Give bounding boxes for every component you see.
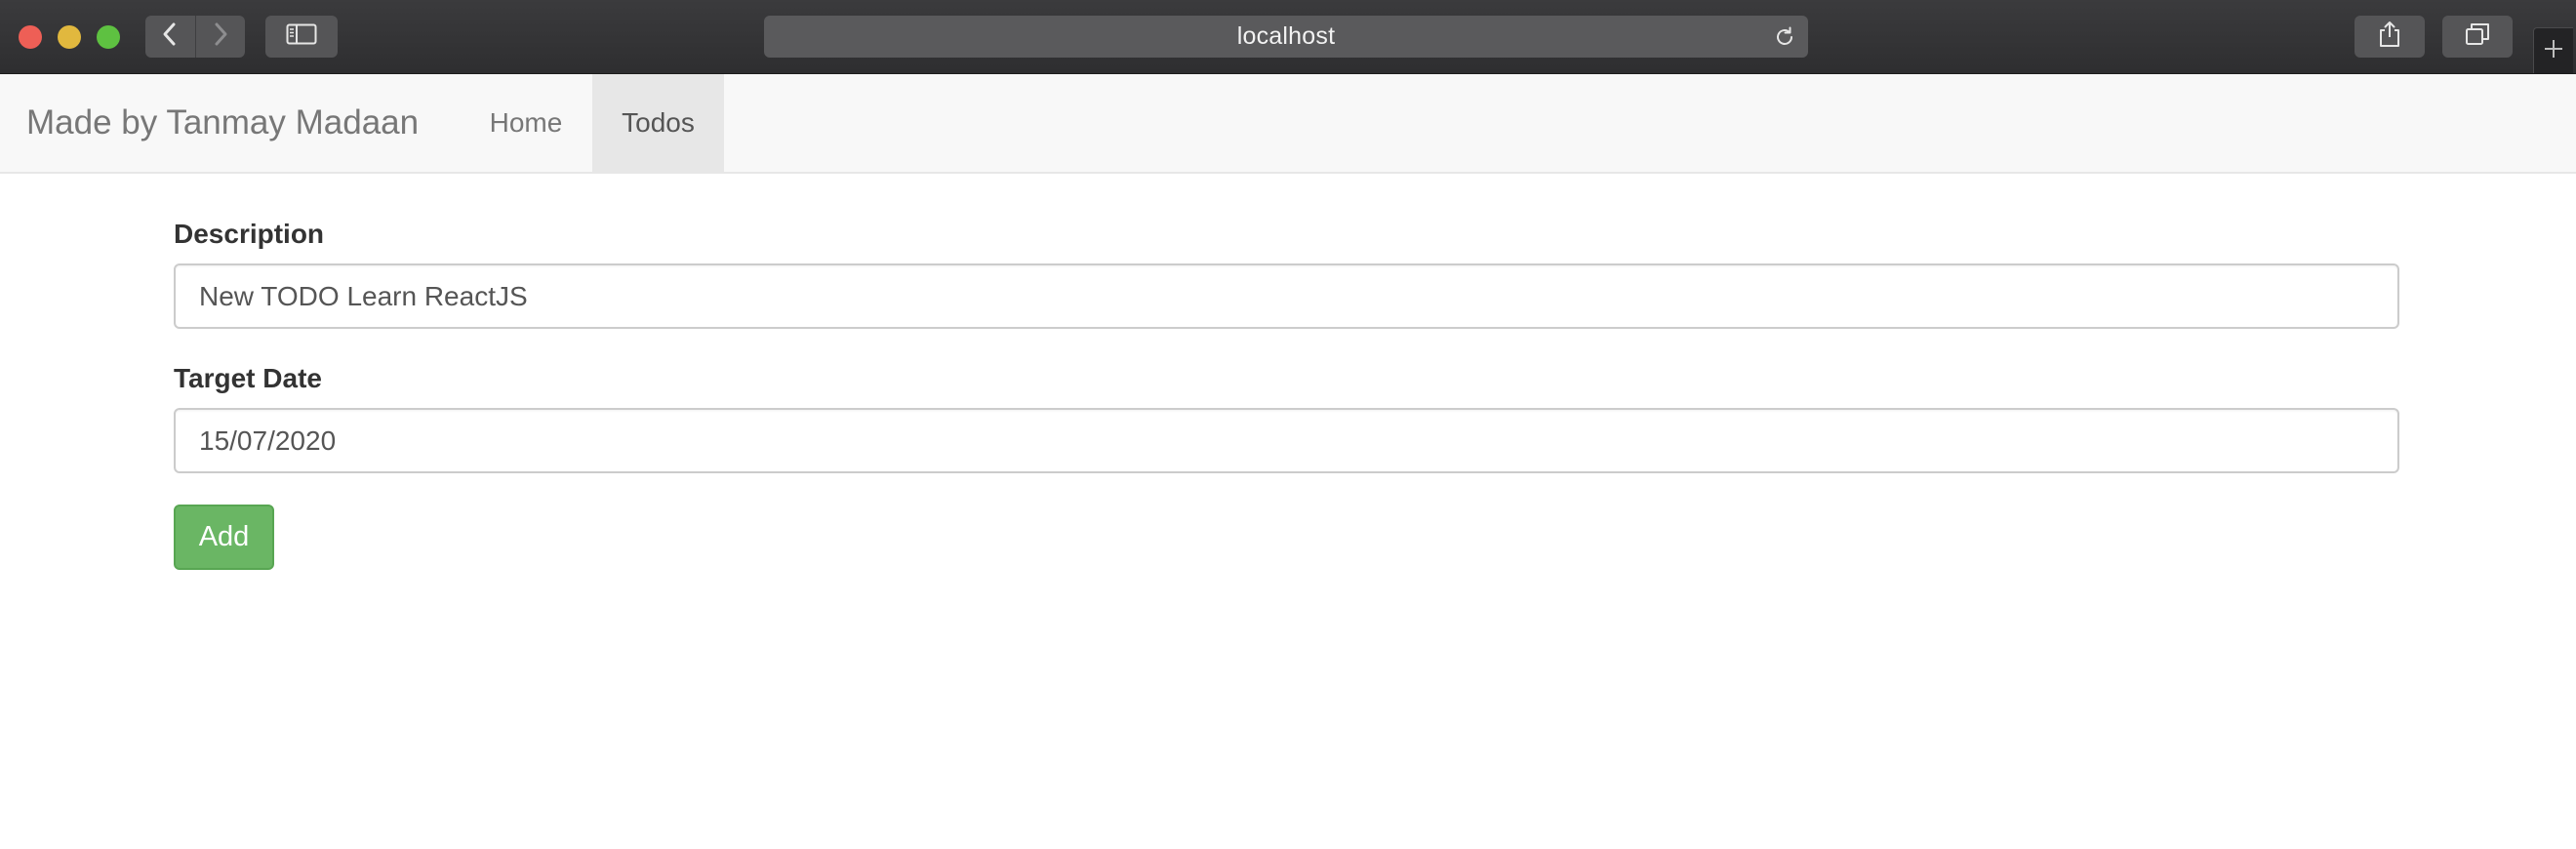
description-input[interactable] — [174, 263, 2399, 329]
navbar-brand[interactable]: Made by Tanmay Madaan — [26, 74, 419, 172]
browser-toolbar: localhost — [0, 0, 2576, 74]
back-button[interactable] — [145, 16, 195, 58]
add-button[interactable]: Add — [174, 505, 274, 570]
nav-link-home[interactable]: Home — [472, 74, 580, 172]
chevron-left-icon — [160, 20, 180, 53]
history-navigation — [145, 16, 245, 58]
app-navbar: Made by Tanmay Madaan Home Todos — [0, 74, 2576, 174]
target-date-label: Target Date — [174, 363, 322, 393]
reload-icon[interactable] — [1773, 25, 1796, 49]
tab-overview-button[interactable] — [2442, 16, 2513, 58]
close-window-button[interactable] — [19, 25, 42, 49]
fullscreen-window-button[interactable] — [97, 25, 120, 49]
new-tab-button[interactable] — [2533, 27, 2573, 73]
chevron-right-icon — [211, 20, 230, 53]
tabs-overview-icon — [2465, 22, 2490, 51]
show-sidebar-button[interactable] — [265, 16, 338, 58]
description-label: Description — [174, 219, 325, 249]
minimize-window-button[interactable] — [58, 25, 81, 49]
target-date-input[interactable] — [174, 408, 2399, 473]
plus-icon — [2543, 38, 2564, 64]
share-button[interactable] — [2355, 16, 2425, 58]
share-icon — [2379, 20, 2400, 53]
nav-link-todos[interactable]: Todos — [592, 74, 724, 172]
url-text: localhost — [1236, 22, 1336, 50]
forward-button[interactable] — [194, 16, 246, 58]
address-bar[interactable]: localhost — [764, 16, 1808, 58]
sidebar-icon — [286, 23, 317, 50]
